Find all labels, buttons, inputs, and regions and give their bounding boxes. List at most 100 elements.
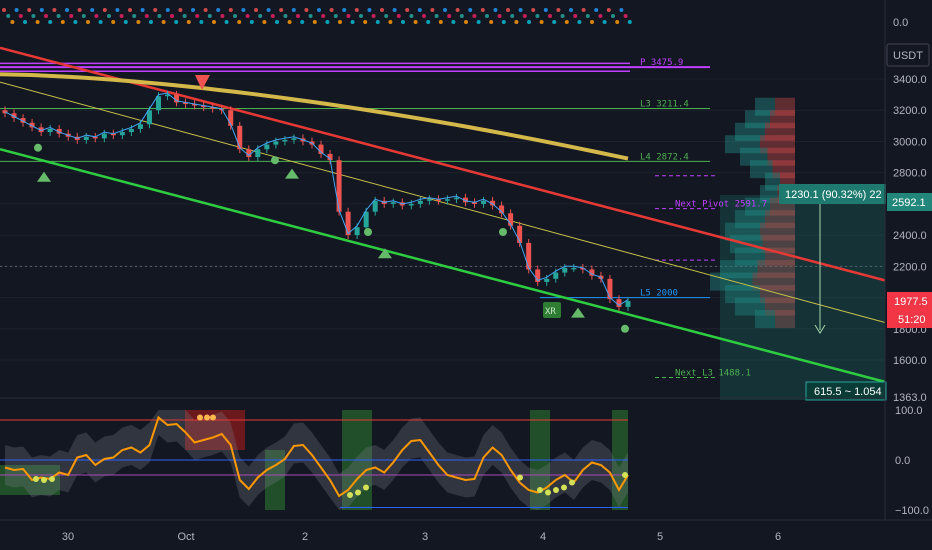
strip-dot — [552, 20, 557, 24]
strip-dot — [497, 14, 502, 18]
price-tick: 3400.0 — [893, 74, 927, 86]
strip-dot — [195, 14, 200, 18]
strip-dot — [132, 14, 137, 18]
candle-body — [83, 136, 89, 140]
oscillator-dot — [210, 414, 216, 421]
strip-dot — [69, 14, 74, 18]
strip-dot — [149, 20, 153, 24]
strip-dot — [165, 8, 170, 12]
strip-dot — [14, 8, 19, 12]
buy-dot-marker — [34, 143, 42, 152]
candle-body — [264, 144, 270, 150]
price-tick: 2800.0 — [893, 168, 927, 180]
strip-dot — [31, 14, 36, 18]
strip-dot — [354, 8, 359, 12]
candle-body — [354, 227, 360, 236]
strip-dot — [451, 20, 456, 24]
trading-chart[interactable]: 0.0 P 3475.9 L3 3211.4 L4 2872.4 L5 2000 Nex… — [0, 0, 932, 550]
strip-dot — [485, 14, 489, 18]
strip-dot — [128, 8, 132, 12]
buy-dot-marker — [499, 228, 507, 237]
oscillator-dot — [33, 476, 39, 482]
strip-dot — [443, 8, 447, 12]
strip-dot — [611, 14, 615, 18]
strip-dot — [430, 8, 435, 12]
strip-dot — [531, 8, 536, 12]
strip-dot — [577, 20, 582, 24]
strip-dot — [564, 20, 569, 24]
strip-dot — [123, 20, 128, 24]
strip-dot — [90, 8, 95, 12]
strip-dot — [283, 14, 288, 18]
strip-dot — [405, 8, 410, 12]
level-label: L4 2872.4 — [640, 152, 689, 162]
strip-dot — [522, 14, 527, 18]
strip-dot — [304, 8, 309, 12]
strip-dot — [581, 8, 586, 12]
time-tick: 5 — [657, 531, 663, 543]
strip-dot — [228, 8, 233, 12]
candle-body — [237, 125, 243, 150]
strip-dot — [111, 20, 116, 24]
oscillator-dot — [41, 477, 47, 483]
strip-dot — [65, 8, 69, 12]
strip-dot — [514, 20, 519, 24]
strip-dot — [606, 8, 611, 12]
strip-dot — [300, 20, 305, 24]
candle-body — [481, 200, 487, 204]
oscillator-dot — [545, 489, 551, 496]
candle-body — [625, 301, 631, 307]
strip-dot — [569, 8, 573, 12]
price-tick: 2400.0 — [893, 230, 927, 242]
candle-body — [101, 133, 107, 139]
strip-dot — [178, 8, 183, 12]
buy-dot-marker — [621, 324, 629, 333]
strip-dot — [333, 14, 338, 18]
oscillator-dot — [561, 484, 567, 491]
strip-dot — [350, 20, 355, 24]
strip-dot — [317, 8, 321, 12]
strip-dot — [153, 8, 158, 12]
strip-dot — [590, 20, 594, 24]
strip-dot — [560, 14, 565, 18]
strip-dot — [501, 20, 506, 24]
strip-dot — [52, 8, 57, 12]
strip-dot — [447, 14, 452, 18]
strip-dot — [506, 8, 510, 12]
strip-dot — [245, 14, 250, 18]
strip-dot — [10, 20, 15, 24]
strip-dot — [623, 14, 628, 18]
strip-dot — [18, 14, 23, 18]
strip-dot — [233, 14, 237, 18]
strip-dot — [186, 20, 191, 24]
strip-dot — [6, 14, 11, 18]
strip-dot — [426, 20, 431, 24]
strip-dot — [312, 20, 317, 24]
strip-dot — [573, 14, 578, 18]
strip-dot — [392, 8, 397, 12]
candle-body — [372, 200, 378, 212]
strip-dot — [296, 14, 300, 18]
strip-dot — [287, 20, 292, 24]
candle-body — [553, 272, 559, 279]
strip-dot — [363, 20, 368, 24]
candle-body — [155, 96, 161, 111]
candle-body — [137, 124, 143, 129]
strip-dot — [619, 8, 624, 12]
strip-dot — [140, 8, 145, 12]
strip-dot — [438, 20, 443, 24]
strip-dot — [94, 14, 99, 18]
oscillator-dot — [553, 487, 559, 493]
strip-dot — [23, 20, 27, 24]
strip-dot — [409, 14, 414, 18]
strip-dot — [489, 20, 494, 24]
strip-dot — [115, 8, 120, 12]
candle-body — [571, 267, 577, 270]
strip-dot — [157, 14, 162, 18]
candle-body — [390, 202, 396, 204]
strip-dot — [107, 14, 111, 18]
strip-dot — [44, 14, 48, 18]
oscillator-dot — [517, 474, 523, 481]
strip-dot — [367, 8, 372, 12]
strip-dot — [182, 14, 187, 18]
